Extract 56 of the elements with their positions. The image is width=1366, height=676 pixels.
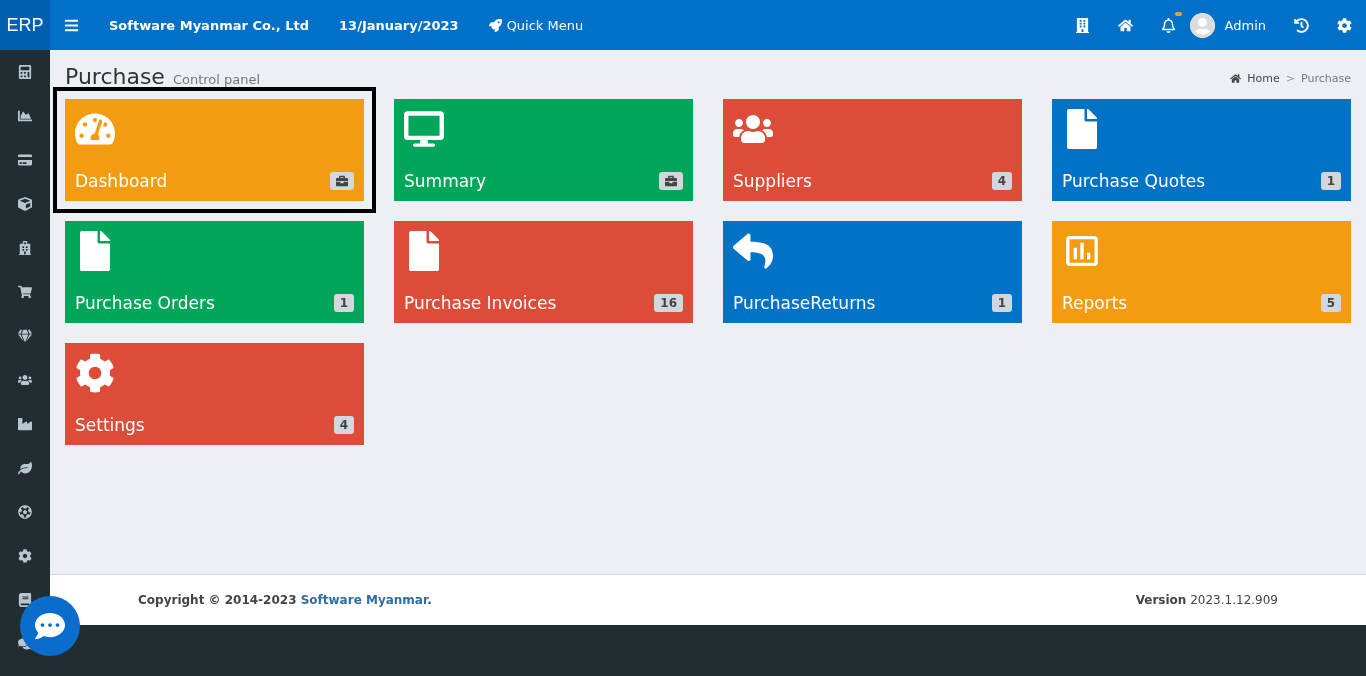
tile-label: Summary [404,171,487,191]
menu-icon[interactable] [64,17,79,33]
quick-menu-link[interactable]: Quick Menu [488,17,584,33]
tile-label: PurchaseReturns [733,293,876,313]
version-text: Version 2023.1.12.909 [1135,593,1278,607]
count-badge: 16 [654,294,683,312]
rocket-icon [488,18,502,32]
tile-label: Purchase Invoices [404,293,557,313]
copyright-text: Copyright © 2014-2023 Software Myanmar. [138,593,432,607]
calculator-icon[interactable] [18,65,32,79]
count-badge: 1 [333,294,354,312]
cart-icon[interactable] [18,285,32,299]
tile-label: Settings [75,415,145,435]
count-badge: 1 [1320,172,1341,190]
monitor-icon [404,109,444,149]
area-chart-icon[interactable] [18,109,32,123]
company-name: Software Myanmar Co., Ltd [109,17,310,33]
briefcase-badge [659,172,683,190]
building-icon[interactable] [18,241,32,255]
reply-arrow-icon [733,231,773,271]
building-icon[interactable] [1074,17,1090,33]
user-name[interactable]: Admin [1224,17,1266,33]
home-icon[interactable] [1117,17,1133,33]
book-icon[interactable] [18,593,32,607]
tile-label: Reports [1062,293,1128,313]
avatar-icon[interactable] [1189,12,1215,38]
breadcrumb-separator: > [1285,72,1296,85]
settings-icon[interactable] [1337,17,1352,33]
tile-label: Purchase Orders [75,293,215,313]
tile-label: Dashboard [75,171,168,191]
briefcase-badge [330,172,354,190]
tile-label: Purchase Quotes [1062,171,1206,191]
count-badge: 4 [333,416,354,434]
breadcrumb-link[interactable]: Home [1247,72,1280,85]
cube-icon[interactable] [18,197,32,211]
leaf-icon[interactable] [18,461,32,475]
settings-icon [75,353,115,393]
users-icon[interactable] [18,373,32,387]
home-icon [1230,73,1242,84]
settings-icon[interactable] [18,549,32,563]
notification-icon[interactable] [1160,17,1176,33]
date-text: 13/January/2023 [339,17,459,33]
count-badge: 1 [991,294,1012,312]
history-icon[interactable] [1294,17,1309,33]
company-link[interactable]: Software Myanmar [300,593,428,607]
chat-icon [35,611,65,641]
count-badge: 4 [991,172,1012,190]
page-title: Purchase [65,64,165,89]
page-subtitle: Control panel [172,72,261,87]
count-badge: 5 [1320,294,1341,312]
tile-label: Suppliers [733,171,812,191]
chat-button[interactable] [20,596,80,656]
factory-icon[interactable] [18,417,32,431]
credit-card-icon[interactable] [18,153,32,167]
logo[interactable]: ERP [0,0,50,50]
gem-icon[interactable] [18,329,32,343]
